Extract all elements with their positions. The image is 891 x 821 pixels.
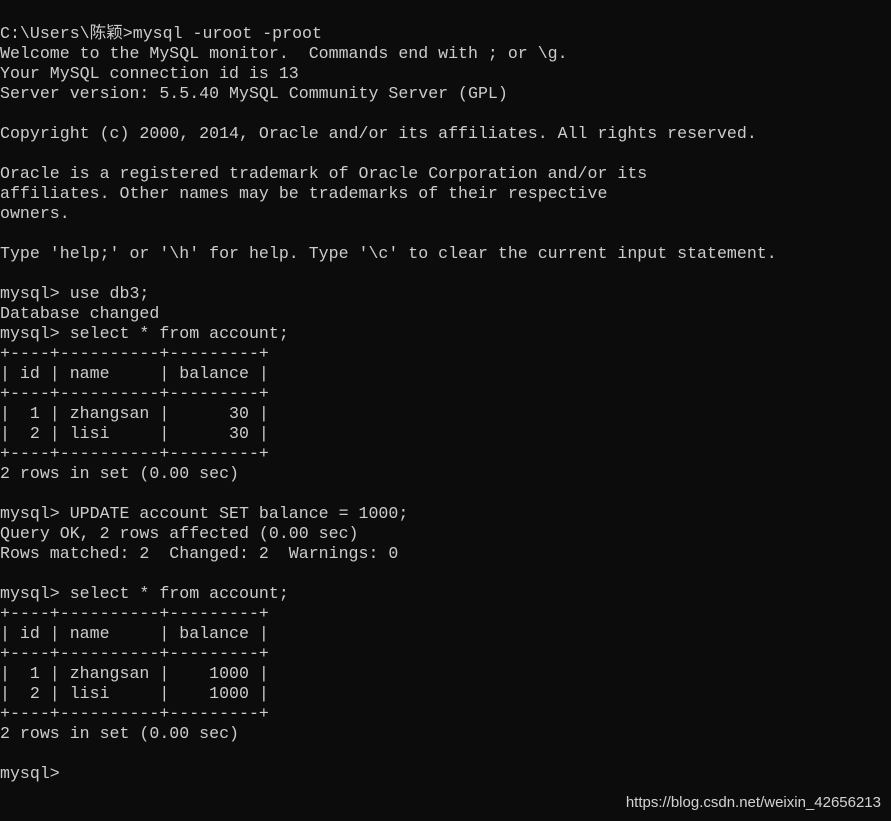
watermark: https://blog.csdn.net/weixin_42656213 <box>625 794 881 811</box>
terminal-line: | 2 | lisi | 30 | <box>0 424 269 443</box>
terminal-line: Type 'help;' or '\h' for help. Type '\c'… <box>0 244 777 263</box>
terminal-line: | id | name | balance | <box>0 624 269 643</box>
terminal-line: Rows matched: 2 Changed: 2 Warnings: 0 <box>0 544 399 563</box>
terminal-line: owners. <box>0 204 70 223</box>
terminal-line: +----+----------+---------+ <box>0 444 269 463</box>
terminal-line: mysql> UPDATE account SET balance = 1000… <box>0 504 409 523</box>
terminal-line: +----+----------+---------+ <box>0 604 269 623</box>
terminal-line: affiliates. Other names may be trademark… <box>0 184 608 203</box>
terminal-output[interactable]: C:\Users\陈颖>mysql -uroot -proot Welcome t… <box>0 0 777 784</box>
terminal-line: mysql> select * from account; <box>0 324 289 343</box>
terminal-line: mysql> select * from account; <box>0 584 289 603</box>
terminal-line: 2 rows in set (0.00 sec) <box>0 464 239 483</box>
terminal-line: +----+----------+---------+ <box>0 704 269 723</box>
prompt-line: mysql> <box>0 764 70 783</box>
terminal-line: +----+----------+---------+ <box>0 384 269 403</box>
terminal-line: | 1 | zhangsan | 30 | <box>0 404 269 423</box>
terminal-line: Server version: 5.5.40 MySQL Community S… <box>0 84 508 103</box>
terminal-line: Your MySQL connection id is 13 <box>0 64 299 83</box>
terminal-line: | 1 | zhangsan | 1000 | <box>0 664 269 683</box>
terminal-line: Oracle is a registered trademark of Orac… <box>0 164 648 183</box>
terminal-line: Welcome to the MySQL monitor. Commands e… <box>0 44 568 63</box>
terminal-line: 2 rows in set (0.00 sec) <box>0 724 239 743</box>
terminal-line: Query OK, 2 rows affected (0.00 sec) <box>0 524 359 543</box>
terminal-line: mysql> use db3; <box>0 284 150 303</box>
terminal-line: C:\Users\陈颖>mysql -uroot -proot <box>0 24 322 43</box>
terminal-line: Copyright (c) 2000, 2014, Oracle and/or … <box>0 124 757 143</box>
terminal-line: +----+----------+---------+ <box>0 644 269 663</box>
terminal-line: | id | name | balance | <box>0 364 269 383</box>
terminal-line: +----+----------+---------+ <box>0 344 269 363</box>
terminal-line: Database changed <box>0 304 160 323</box>
terminal-line: | 2 | lisi | 1000 | <box>0 684 269 703</box>
